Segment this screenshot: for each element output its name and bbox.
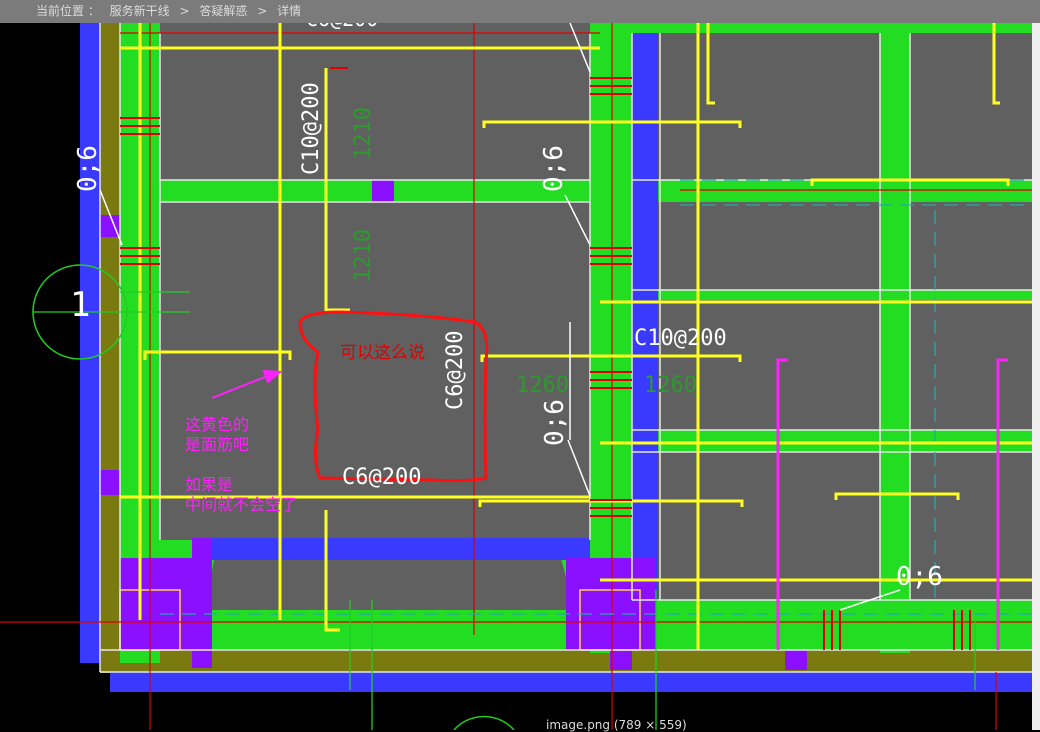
sidebar-strip	[1032, 23, 1040, 730]
pink-note-line2: 是面筋吧	[185, 435, 249, 454]
pink-note-line4: 中间就不会空了	[185, 495, 297, 514]
rebar-c10-mid: C10@200	[634, 326, 727, 351]
breadcrumb-link-service[interactable]: 服务新干线	[110, 4, 170, 18]
breadcrumb-separator: >	[179, 4, 190, 18]
dim-06-bottom: 0;6	[896, 562, 943, 592]
breadcrumb-link-qa[interactable]: 答疑解惑	[199, 4, 247, 18]
blue-beam-bottom	[210, 538, 590, 560]
cad-drawing-image: 1 0;6 0;6 0;6 0;6 C10@200 C10@200 C6@200…	[0, 23, 1032, 730]
dim-1260-right: 1260	[644, 373, 697, 398]
rebar-c6-bottom: C6@200	[342, 465, 421, 490]
red-note: 可以这么说	[340, 343, 425, 363]
foundation-band-bottom	[100, 650, 1032, 672]
dim-06-mid-top: 0;6	[539, 145, 569, 192]
dim-06-left: 0;6	[73, 145, 103, 192]
breadcrumb-prefix: 当前位置 ：	[36, 4, 100, 18]
pink-note-line3: 如果是	[185, 475, 233, 494]
dim-1210-upper: 1210	[351, 107, 376, 160]
blue-beam-mid	[632, 33, 658, 600]
edge-blue-left	[80, 23, 100, 663]
axis-number: 1	[70, 285, 90, 325]
dim-06-mid-low: 0;6	[540, 399, 570, 446]
rebar-c10-top: C10@200	[299, 82, 324, 175]
rebar-c6-vertical: C6@200	[443, 331, 468, 410]
breadcrumb-current: 详情	[277, 4, 302, 18]
pink-note-line1: 这黄色的	[185, 415, 249, 434]
edge-blue-bottom	[110, 672, 1032, 692]
breadcrumb: 当前位置 ： 服务新干线 > 答疑解惑 > 详情	[0, 0, 1040, 23]
dim-1260-left: 1260	[516, 373, 569, 398]
dim-1210-lower: 1210	[351, 229, 376, 282]
rebar-top-partial: C6@200	[306, 23, 378, 31]
breadcrumb-separator: >	[257, 4, 268, 18]
